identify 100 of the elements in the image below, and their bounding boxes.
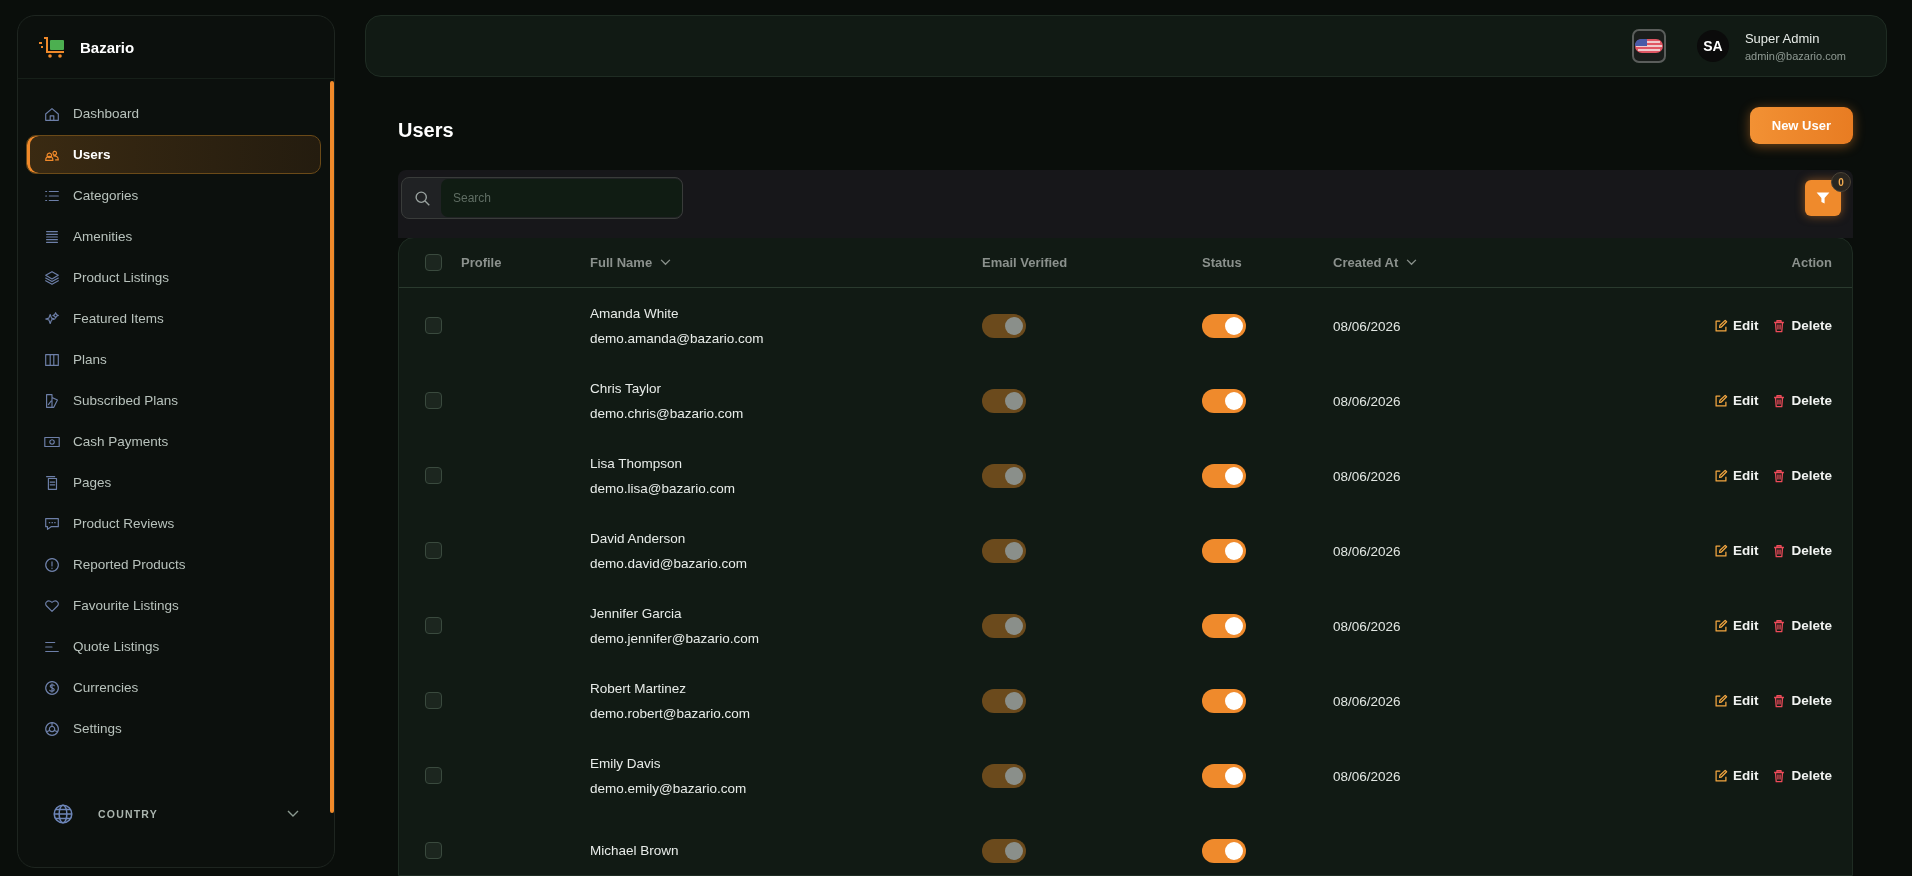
sidebar-item[interactable]: Plans — [26, 340, 321, 379]
status-toggle[interactable] — [1202, 538, 1246, 563]
trash-icon — [1772, 318, 1787, 333]
row-checkbox[interactable] — [424, 692, 442, 709]
sidebar-item[interactable]: Reported Products — [26, 545, 321, 584]
delete-link[interactable]: Delete — [1772, 468, 1832, 483]
filter-icon — [1815, 190, 1831, 206]
user-email-cell-text: demo.chris@bazario.com — [590, 405, 745, 421]
edit-link[interactable]: Edit — [1713, 768, 1759, 783]
row-checkbox[interactable] — [424, 392, 442, 409]
user-name-cell-text: Robert Martinez — [590, 680, 688, 696]
sidebar-item[interactable]: Amenities — [26, 217, 321, 256]
status-toggle[interactable] — [1202, 763, 1246, 788]
gear-icon — [43, 719, 61, 738]
created-date: 08/06/2026 — [1333, 693, 1401, 709]
sidebar-item[interactable]: Users — [26, 135, 321, 174]
row-checkbox[interactable] — [424, 617, 442, 634]
user-email-cell-text: demo.amanda@bazario.com — [590, 330, 765, 346]
page-title: Users — [398, 119, 454, 142]
delete-link[interactable]: Delete — [1772, 693, 1832, 708]
language-button[interactable] — [1631, 29, 1666, 63]
sidebar-item[interactable]: Featured Items — [26, 299, 321, 338]
created-date: 08/06/2026 — [1333, 768, 1401, 784]
row-checkbox[interactable] — [424, 542, 442, 559]
sidebar-item[interactable]: Product Reviews — [26, 504, 321, 543]
delete-link[interactable]: Delete — [1772, 768, 1832, 783]
user-email-cell-text: demo.jennifer@bazario.com — [590, 630, 761, 646]
user-email-cell-text: demo.emily@bazario.com — [590, 780, 748, 796]
row-checkbox[interactable] — [424, 767, 442, 784]
delete-link[interactable]: Delete — [1772, 543, 1832, 558]
delete-link[interactable]: Delete — [1772, 393, 1832, 408]
status-toggle[interactable] — [1202, 463, 1246, 488]
row-checkbox[interactable] — [424, 842, 442, 859]
status-toggle[interactable] — [1202, 688, 1246, 713]
delete-link[interactable]: Delete — [1772, 618, 1832, 633]
column-header: Action — [1791, 255, 1832, 270]
flag-icon — [1634, 39, 1663, 53]
edit-link[interactable]: Edit — [1713, 318, 1759, 333]
edit-icon — [1713, 693, 1728, 708]
created-date: 08/06/2026 — [1333, 543, 1401, 559]
search-icon — [414, 189, 431, 207]
created-date: 08/06/2026 — [1333, 318, 1401, 334]
edit-icon — [1713, 468, 1728, 483]
scrollbar[interactable] — [330, 81, 334, 813]
select-all-checkbox[interactable] — [424, 254, 442, 271]
sidebar-item[interactable]: Cash Payments — [26, 422, 321, 461]
delete-link[interactable]: Delete — [1772, 318, 1832, 333]
trash-icon — [1772, 693, 1787, 708]
status-toggle[interactable] — [1202, 613, 1246, 638]
edit-icon — [1713, 618, 1728, 633]
created-date: 08/06/2026 — [1333, 618, 1401, 634]
sidebar-item[interactable]: Quote Listings — [26, 627, 321, 666]
avatar[interactable]: SA — [1696, 30, 1729, 62]
globe-icon — [52, 803, 74, 825]
edit-icon — [1713, 393, 1728, 408]
sidebar-item[interactable]: Favourite Listings — [26, 586, 321, 625]
status-toggle[interactable] — [1202, 313, 1246, 338]
sidebar-item[interactable]: Currencies — [26, 668, 321, 707]
chevron-icon — [287, 810, 299, 818]
created-date: 08/06/2026 — [1333, 468, 1401, 484]
column-header: Email Verified — [982, 255, 1068, 270]
sidebar-item[interactable]: Product Listings — [26, 258, 321, 297]
edit-link[interactable]: Edit — [1713, 618, 1759, 633]
edit-link[interactable]: Edit — [1713, 393, 1759, 408]
document-icon — [43, 391, 61, 410]
status-toggle[interactable] — [1202, 838, 1246, 863]
dollar-icon — [43, 678, 61, 697]
status-toggle[interactable] — [1202, 388, 1246, 413]
sidebar-item[interactable]: Subscribed Plans — [26, 381, 321, 420]
trash-icon — [1772, 468, 1787, 483]
search-field[interactable]: Search — [401, 177, 683, 219]
column-header[interactable]: Full Name — [590, 255, 672, 270]
user-email-cell-text: demo.lisa@bazario.com — [590, 480, 736, 496]
user-name-cell-text: Jennifer Garcia — [590, 605, 683, 621]
user-name-cell-text: Emily Davis — [590, 755, 662, 771]
column-header[interactable]: Created At — [1333, 255, 1418, 270]
row-checkbox[interactable] — [424, 467, 442, 484]
alert-icon — [43, 555, 61, 574]
sidebar-item[interactable]: Pages — [26, 463, 321, 502]
user-email: admin@bazario.com — [1744, 49, 1846, 62]
column-header: Status — [1202, 255, 1242, 270]
edit-icon — [1713, 543, 1728, 558]
user-email-cell-text: demo.david@bazario.com — [590, 555, 749, 571]
edit-link[interactable]: Edit — [1713, 693, 1759, 708]
sidebar-item[interactable]: Categories — [26, 176, 321, 215]
edit-icon — [1713, 768, 1728, 783]
sidebar-item[interactable]: Dashboard — [26, 94, 321, 133]
country-selector[interactable]: COUNTRY — [26, 803, 321, 825]
user-email-cell-text: demo.robert@bazario.com — [590, 705, 752, 721]
edit-link[interactable]: Edit — [1713, 468, 1759, 483]
user-name-cell-text: David Anderson — [590, 530, 687, 546]
trash-icon — [1772, 393, 1787, 408]
sidebar-item[interactable]: Settings — [26, 709, 321, 748]
row-checkbox[interactable] — [424, 317, 442, 334]
filter-count-badge: 0 — [1831, 172, 1851, 192]
user-name-cell-text: Michael Brown — [590, 843, 680, 858]
caret-icon — [660, 259, 672, 266]
layers-icon — [43, 268, 61, 287]
edit-link[interactable]: Edit — [1713, 543, 1759, 558]
column-header: Profile — [461, 255, 502, 270]
